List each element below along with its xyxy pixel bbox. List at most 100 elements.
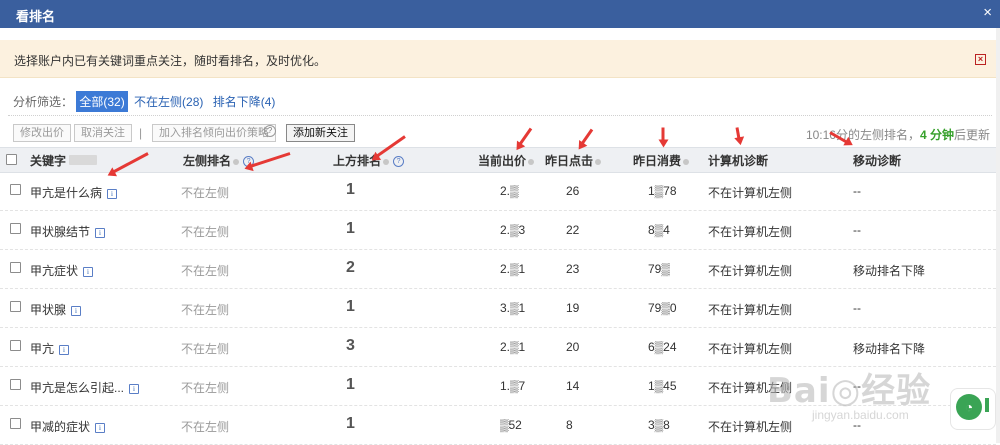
bid-cell[interactable]: 2.▒1 [500, 262, 525, 276]
sort-icon [383, 158, 390, 165]
table-row: 甲状腺 i 不在左侧 1 3.▒1 19 79▒0 不在计算机左侧 -- [0, 289, 996, 328]
dialog-titlebar: 看排名 × [0, 0, 1000, 28]
keyword-text: 甲亢 [30, 342, 55, 356]
clicks-cell: 14 [566, 379, 580, 393]
notice-banner: 选择账户内已有关键词重点关注，随时看排名，及时优化。 × [0, 40, 996, 78]
col-bid[interactable]: 当前出价 [478, 152, 535, 169]
row-checkbox[interactable] [10, 184, 21, 195]
notice-close-icon[interactable]: × [975, 54, 986, 65]
bid-cell[interactable]: ▒52 [500, 418, 522, 432]
wifi-icon[interactable]: ◔ [956, 394, 982, 420]
mobile-diag-cell: -- [853, 223, 861, 237]
baidu-watermark: Bai◎经验 jingyan.baidu.com [767, 363, 932, 422]
keyword-cell: 甲状腺结节 i [30, 223, 106, 240]
cost-cell: 79▒ [648, 262, 670, 276]
row-checkbox[interactable] [10, 340, 21, 351]
keyword-cell: 甲状腺 i [30, 301, 82, 318]
col-clicks[interactable]: 昨日点击 [545, 152, 602, 169]
cost-cell: 8▒4 [648, 223, 670, 237]
top-rank-cell: 1 [346, 181, 355, 198]
top-rank-cell: 1 [346, 298, 355, 315]
top-rank-cell: 1 [346, 415, 355, 432]
keyword-text: 甲减的症状 [30, 420, 91, 434]
watermark-brand: Bai◎经验 [767, 371, 932, 411]
pc-diag-cell: 不在计算机左侧 [708, 342, 793, 356]
unfollow-button[interactable]: 取消关注 [74, 124, 132, 142]
dialog-title: 看排名 [16, 9, 56, 24]
cost-cell: 79▒0 [648, 301, 677, 315]
cost-cell: 1▒78 [648, 184, 677, 198]
notice-message: 选择账户内已有关键词重点关注，随时看排名，及时优化。 [14, 54, 327, 68]
bid-cell[interactable]: 1.▒7 [500, 379, 525, 393]
keyword-text: 甲亢是怎么引起... [30, 381, 125, 395]
sort-icon [595, 158, 602, 165]
row-checkbox[interactable] [10, 223, 21, 234]
left-rank-cell: 不在左侧 [181, 264, 230, 278]
bid-cell[interactable]: 2.▒1 [500, 340, 525, 354]
select-all-checkbox[interactable] [6, 154, 17, 165]
sort-icon [233, 158, 240, 165]
filter-label: 分析筛选： [13, 95, 74, 109]
info-icon[interactable]: i [107, 188, 118, 199]
mobile-diag-cell: 移动排名下降 [853, 264, 926, 278]
annotation-arrow [661, 127, 665, 142]
sort-icon [528, 158, 535, 165]
keyword-text: 甲亢症状 [30, 264, 79, 278]
top-rank-cell: 1 [346, 220, 355, 237]
left-rank-cell: 不在左侧 [181, 225, 230, 239]
help-icon[interactable]: ? [393, 156, 405, 168]
table-row: 甲亢症状 i 不在左侧 2 2.▒1 23 79▒ 不在计算机左侧 移动排名下降 [0, 250, 996, 289]
scrollbar[interactable] [996, 28, 1000, 443]
col-mobile-diag-label: 移动诊断 [853, 154, 902, 168]
bid-cell[interactable]: 2.▒ [500, 184, 519, 198]
edit-bid-button[interactable]: 修改出价 [13, 124, 71, 142]
filter-option-rank-down[interactable]: 排名下降(4) [210, 91, 279, 112]
row-checkbox[interactable] [10, 301, 21, 312]
pc-diag-cell: 不在计算机左侧 [708, 420, 793, 434]
status-minutes: 4 分钟 [919, 128, 954, 142]
add-follow-button[interactable]: 添加新关注 [286, 124, 355, 142]
watermark-url: jingyan.baidu.com [812, 408, 909, 422]
row-checkbox[interactable] [10, 418, 21, 429]
bid-cell[interactable]: 2.▒3 [500, 223, 525, 237]
mobile-diag-cell: -- [853, 301, 861, 315]
left-rank-cell: 不在左侧 [181, 303, 230, 317]
clicks-cell: 22 [566, 223, 580, 237]
pc-diag-cell: 不在计算机左侧 [708, 225, 793, 239]
filter-option-not-left[interactable]: 不在左侧(28) [131, 91, 206, 112]
help-icon[interactable]: ? [264, 125, 276, 137]
info-icon[interactable]: i [95, 227, 106, 238]
row-checkbox[interactable] [10, 379, 21, 390]
keyword-text: 甲状腺结节 [30, 225, 91, 239]
top-rank-cell: 1 [346, 376, 355, 393]
info-icon[interactable]: i [59, 344, 70, 355]
col-keyword-label: 关键字 [30, 154, 67, 168]
col-pc-diag-label: 计算机诊断 [708, 154, 769, 168]
clicks-cell: 20 [566, 340, 580, 354]
keyword-cell: 甲亢 i [30, 340, 70, 357]
col-cost[interactable]: 昨日消费 [633, 152, 690, 169]
info-icon[interactable]: i [95, 422, 106, 433]
keyword-cell: 甲减的症状 i [30, 418, 106, 435]
info-icon[interactable]: i [83, 266, 94, 277]
col-top-rank[interactable]: 上方排名? [333, 152, 405, 169]
row-checkbox[interactable] [10, 262, 21, 273]
table-header: 关键字 左侧排名? 上方排名? 当前出价 昨日点击 昨日消费 计算机诊断 移动诊… [0, 147, 996, 173]
top-rank-cell: 2 [346, 259, 355, 276]
top-rank-cell: 3 [346, 337, 355, 354]
status-suffix: 后更新 [953, 128, 990, 142]
info-icon[interactable]: i [71, 305, 82, 316]
sort-icon [683, 158, 690, 165]
redacted-block [69, 155, 98, 165]
add-strategy-button[interactable]: 加入排名倾向出价策略 [152, 124, 276, 142]
floating-wifi-widget[interactable]: ◔ [950, 388, 996, 430]
col-keyword[interactable]: 关键字 [30, 152, 98, 169]
clicks-cell: 8 [566, 418, 573, 432]
filter-option-all[interactable]: 全部(32) [76, 91, 128, 112]
info-icon[interactable]: i [129, 383, 140, 394]
keyword-text: 甲状腺 [30, 303, 67, 317]
keyword-cell: 甲亢是什么病 i [30, 184, 118, 201]
bid-cell[interactable]: 3.▒1 [500, 301, 525, 315]
col-left-rank-label: 左侧排名 [183, 154, 232, 168]
close-icon[interactable]: × [983, 5, 992, 21]
